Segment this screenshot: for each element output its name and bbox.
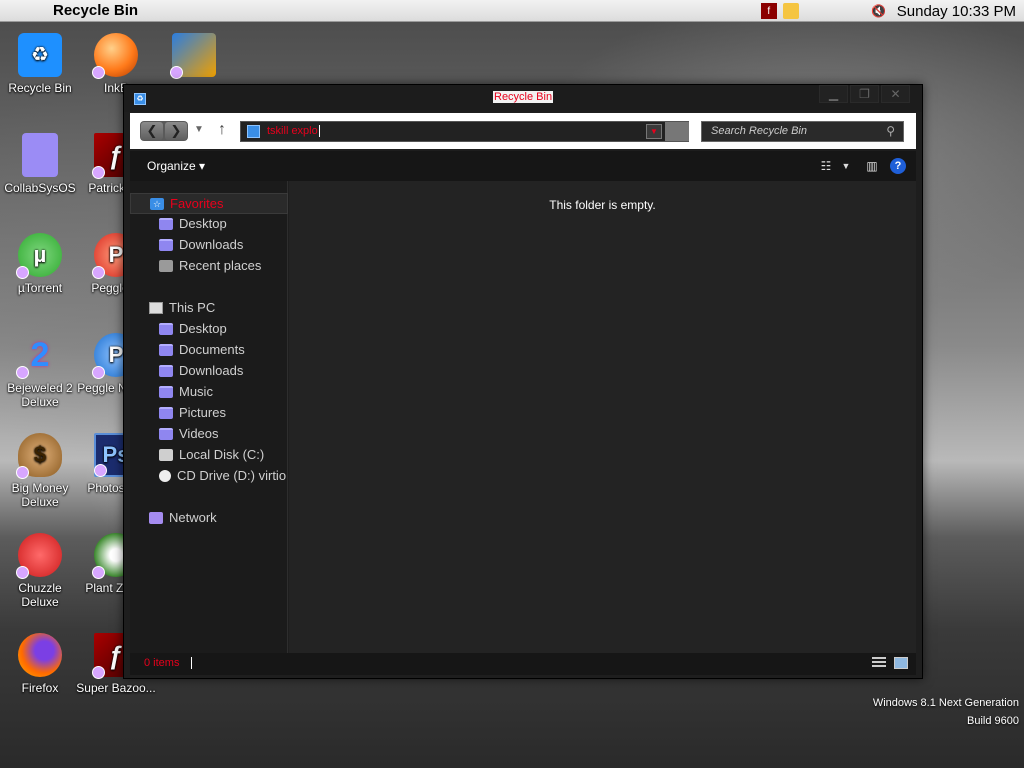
window-title: Recycle Bin bbox=[493, 91, 554, 103]
firefox-icon bbox=[18, 633, 62, 677]
virtualbox-icon bbox=[170, 33, 216, 79]
address-bar[interactable]: tskill explo ▼ bbox=[240, 121, 689, 142]
address-dropdown-button[interactable]: ▼ bbox=[646, 124, 662, 139]
nav-network[interactable]: Network bbox=[130, 507, 288, 528]
nav-pc-documents[interactable]: Documents bbox=[130, 339, 288, 360]
folder-icon bbox=[159, 385, 173, 398]
preview-pane-icon[interactable]: ▥ bbox=[864, 158, 880, 174]
command-bar: Organize ▾ ☷ ▼ ▥ ? bbox=[130, 151, 916, 181]
large-icons-view-icon[interactable] bbox=[894, 657, 908, 669]
nav-pc-desktop[interactable]: Desktop bbox=[130, 318, 288, 339]
chevron-down-icon[interactable]: ▼ bbox=[838, 158, 854, 174]
clock[interactable]: Sunday 10:33 PM bbox=[897, 3, 1016, 20]
desktop-icon-virtualbox[interactable] bbox=[154, 33, 234, 81]
volume-muted-icon[interactable]: 🔇 bbox=[871, 3, 887, 19]
menu-bar: Recycle Bin f 🔇 Sunday 10:33 PM bbox=[0, 0, 1024, 22]
system-tray: f 🔇 Sunday 10:33 PM bbox=[760, 0, 1024, 22]
desktop-icon-recycle-bin[interactable]: ♻ Recycle Bin bbox=[0, 33, 80, 95]
up-button[interactable]: ↑ bbox=[218, 121, 226, 139]
file-list-area[interactable]: This folder is empty. bbox=[289, 181, 916, 653]
address-toolbar: ❮ ❯ ▼ ↑ tskill explo ▼ Search Recycle Bi… bbox=[130, 113, 916, 149]
nav-fav-recent-places[interactable]: Recent places bbox=[130, 255, 288, 276]
nav-pc-local-disk[interactable]: Local Disk (C:) bbox=[130, 444, 288, 465]
view-options-icon[interactable]: ☷ bbox=[818, 158, 834, 174]
refresh-button[interactable] bbox=[665, 122, 689, 141]
organize-button[interactable]: Organize ▾ bbox=[147, 159, 205, 173]
app-title[interactable]: Recycle Bin bbox=[53, 2, 138, 19]
desktop-icon-bejeweled[interactable]: 2 Bejeweled 2 Deluxe bbox=[0, 333, 80, 409]
chevron-down-icon[interactable] bbox=[805, 3, 821, 19]
desktop-icon-utorrent[interactable]: µ µTorrent bbox=[0, 233, 80, 295]
utorrent-icon: µ bbox=[16, 233, 62, 279]
flag-icon[interactable] bbox=[827, 3, 843, 19]
search-icon[interactable]: ⚲ bbox=[886, 124, 895, 138]
details-view-icon[interactable] bbox=[872, 657, 886, 669]
network-icon bbox=[149, 511, 163, 524]
big-money-icon: $ bbox=[16, 433, 62, 479]
nav-buttons: ❮ ❯ bbox=[140, 121, 188, 141]
desktop-icon-big-money[interactable]: $ Big Money Deluxe bbox=[0, 433, 80, 509]
navigation-pane: ☆ Favorites Desktop Downloads Recent pla… bbox=[130, 181, 288, 653]
disk-icon bbox=[159, 448, 173, 461]
nav-fav-downloads[interactable]: Downloads bbox=[130, 234, 288, 255]
folder-icon bbox=[159, 343, 173, 356]
collabsysos-icon bbox=[22, 133, 58, 177]
recycle-bin-icon: ♻ bbox=[18, 33, 62, 77]
folder-icon bbox=[159, 217, 173, 230]
desktop-icon-collabsysos[interactable]: CollabSysOS bbox=[0, 133, 80, 195]
nav-pc-videos[interactable]: Videos bbox=[130, 423, 288, 444]
close-button[interactable]: ✕ bbox=[881, 85, 910, 103]
inkball-icon bbox=[92, 33, 138, 79]
status-bar: 0 items bbox=[130, 653, 916, 675]
help-icon[interactable]: ? bbox=[890, 158, 906, 174]
cd-drive-icon bbox=[159, 469, 171, 482]
nav-pc-pictures[interactable]: Pictures bbox=[130, 402, 288, 423]
recycle-bin-icon bbox=[247, 125, 260, 138]
os-watermark-line2: Build 9600 bbox=[967, 715, 1019, 727]
folder-icon bbox=[159, 238, 173, 251]
status-separator bbox=[191, 657, 192, 669]
forward-button[interactable]: ❯ bbox=[165, 122, 187, 140]
window-titlebar[interactable]: ♻ Recycle Bin ▁ ❐ ✕ bbox=[124, 85, 922, 112]
search-input[interactable]: Search Recycle Bin bbox=[711, 125, 807, 137]
desktop-icon-firefox[interactable]: Firefox bbox=[0, 633, 80, 695]
apple-menu-icon[interactable] bbox=[17, 0, 37, 22]
nav-pc-downloads[interactable]: Downloads bbox=[130, 360, 288, 381]
nav-pc-cd-drive[interactable]: CD Drive (D:) virtio bbox=[130, 465, 288, 486]
item-count: 0 items bbox=[144, 657, 180, 669]
network-tray-icon[interactable] bbox=[849, 3, 865, 19]
empty-folder-message: This folder is empty. bbox=[549, 198, 656, 212]
chuzzle-icon bbox=[16, 533, 62, 579]
folder-icon bbox=[159, 364, 173, 377]
computer-icon bbox=[149, 301, 163, 314]
address-input[interactable]: tskill explo bbox=[267, 125, 320, 137]
folder-tray-icon[interactable] bbox=[782, 3, 799, 19]
os-watermark-line1: Windows 8.1 Next Generation bbox=[872, 697, 1019, 709]
back-button[interactable]: ❮ bbox=[141, 122, 163, 140]
nav-pc-music[interactable]: Music bbox=[130, 381, 288, 402]
flash-tray-icon[interactable]: f bbox=[760, 3, 777, 19]
star-icon: ☆ bbox=[150, 197, 164, 210]
minimize-button[interactable]: ▁ bbox=[819, 85, 848, 103]
search-box[interactable]: Search Recycle Bin ⚲ bbox=[701, 121, 904, 142]
nav-fav-desktop[interactable]: Desktop bbox=[130, 213, 288, 234]
explorer-window: ♻ Recycle Bin ▁ ❐ ✕ ❮ ❯ ▼ ↑ tskill explo… bbox=[123, 84, 923, 679]
folder-icon bbox=[159, 427, 173, 440]
bejeweled-icon: 2 bbox=[16, 333, 62, 379]
nav-favorites[interactable]: ☆ Favorites bbox=[130, 193, 288, 214]
folder-icon bbox=[159, 322, 173, 335]
desktop-icon-chuzzle[interactable]: Chuzzle Deluxe bbox=[0, 533, 80, 609]
maximize-button[interactable]: ❐ bbox=[850, 85, 879, 103]
recycle-bin-icon[interactable]: ♻ bbox=[134, 93, 146, 105]
recent-places-icon bbox=[159, 259, 173, 272]
recent-locations-dropdown[interactable]: ▼ bbox=[194, 124, 204, 135]
nav-this-pc[interactable]: This PC bbox=[130, 297, 288, 318]
folder-icon bbox=[159, 406, 173, 419]
